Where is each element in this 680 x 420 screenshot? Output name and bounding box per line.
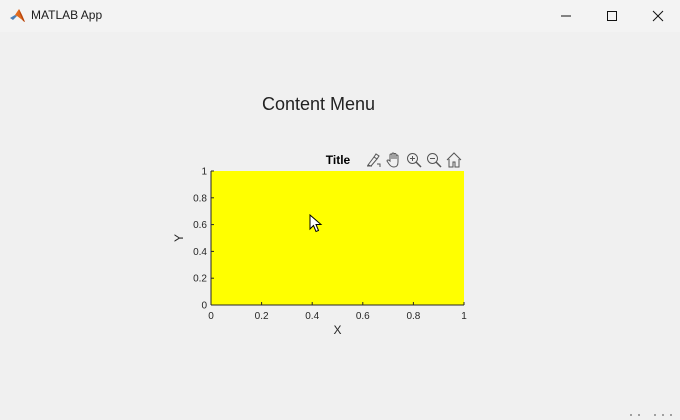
y-tick-label: 0.8 — [193, 193, 207, 204]
y-tick-label: 0 — [201, 301, 207, 312]
y-tick-label: 1 — [201, 167, 207, 178]
x-tick-label: 0.2 — [255, 311, 269, 322]
mouse-cursor-icon — [309, 214, 323, 233]
resize-grip-icon[interactable] — [628, 412, 678, 418]
y-tick-label: 0.2 — [193, 274, 207, 285]
x-tick-label: 0.4 — [305, 311, 319, 322]
axes-background[interactable] — [211, 171, 464, 305]
x-tick-label: 0.6 — [356, 311, 370, 322]
x-tick-label: 1 — [461, 311, 467, 322]
x-axis-label: X — [333, 323, 341, 337]
y-axis-label: Y — [172, 234, 186, 242]
x-tick-label: 0.8 — [406, 311, 420, 322]
x-tick-label: 0 — [208, 311, 214, 322]
y-tick-label: 0.6 — [193, 220, 207, 231]
y-tick-label: 0.4 — [193, 247, 207, 258]
axes[interactable]: 0 0.2 0.4 0.6 0.8 1 0 0.2 0.4 0.6 0.8 1 X Y — [0, 0, 680, 420]
